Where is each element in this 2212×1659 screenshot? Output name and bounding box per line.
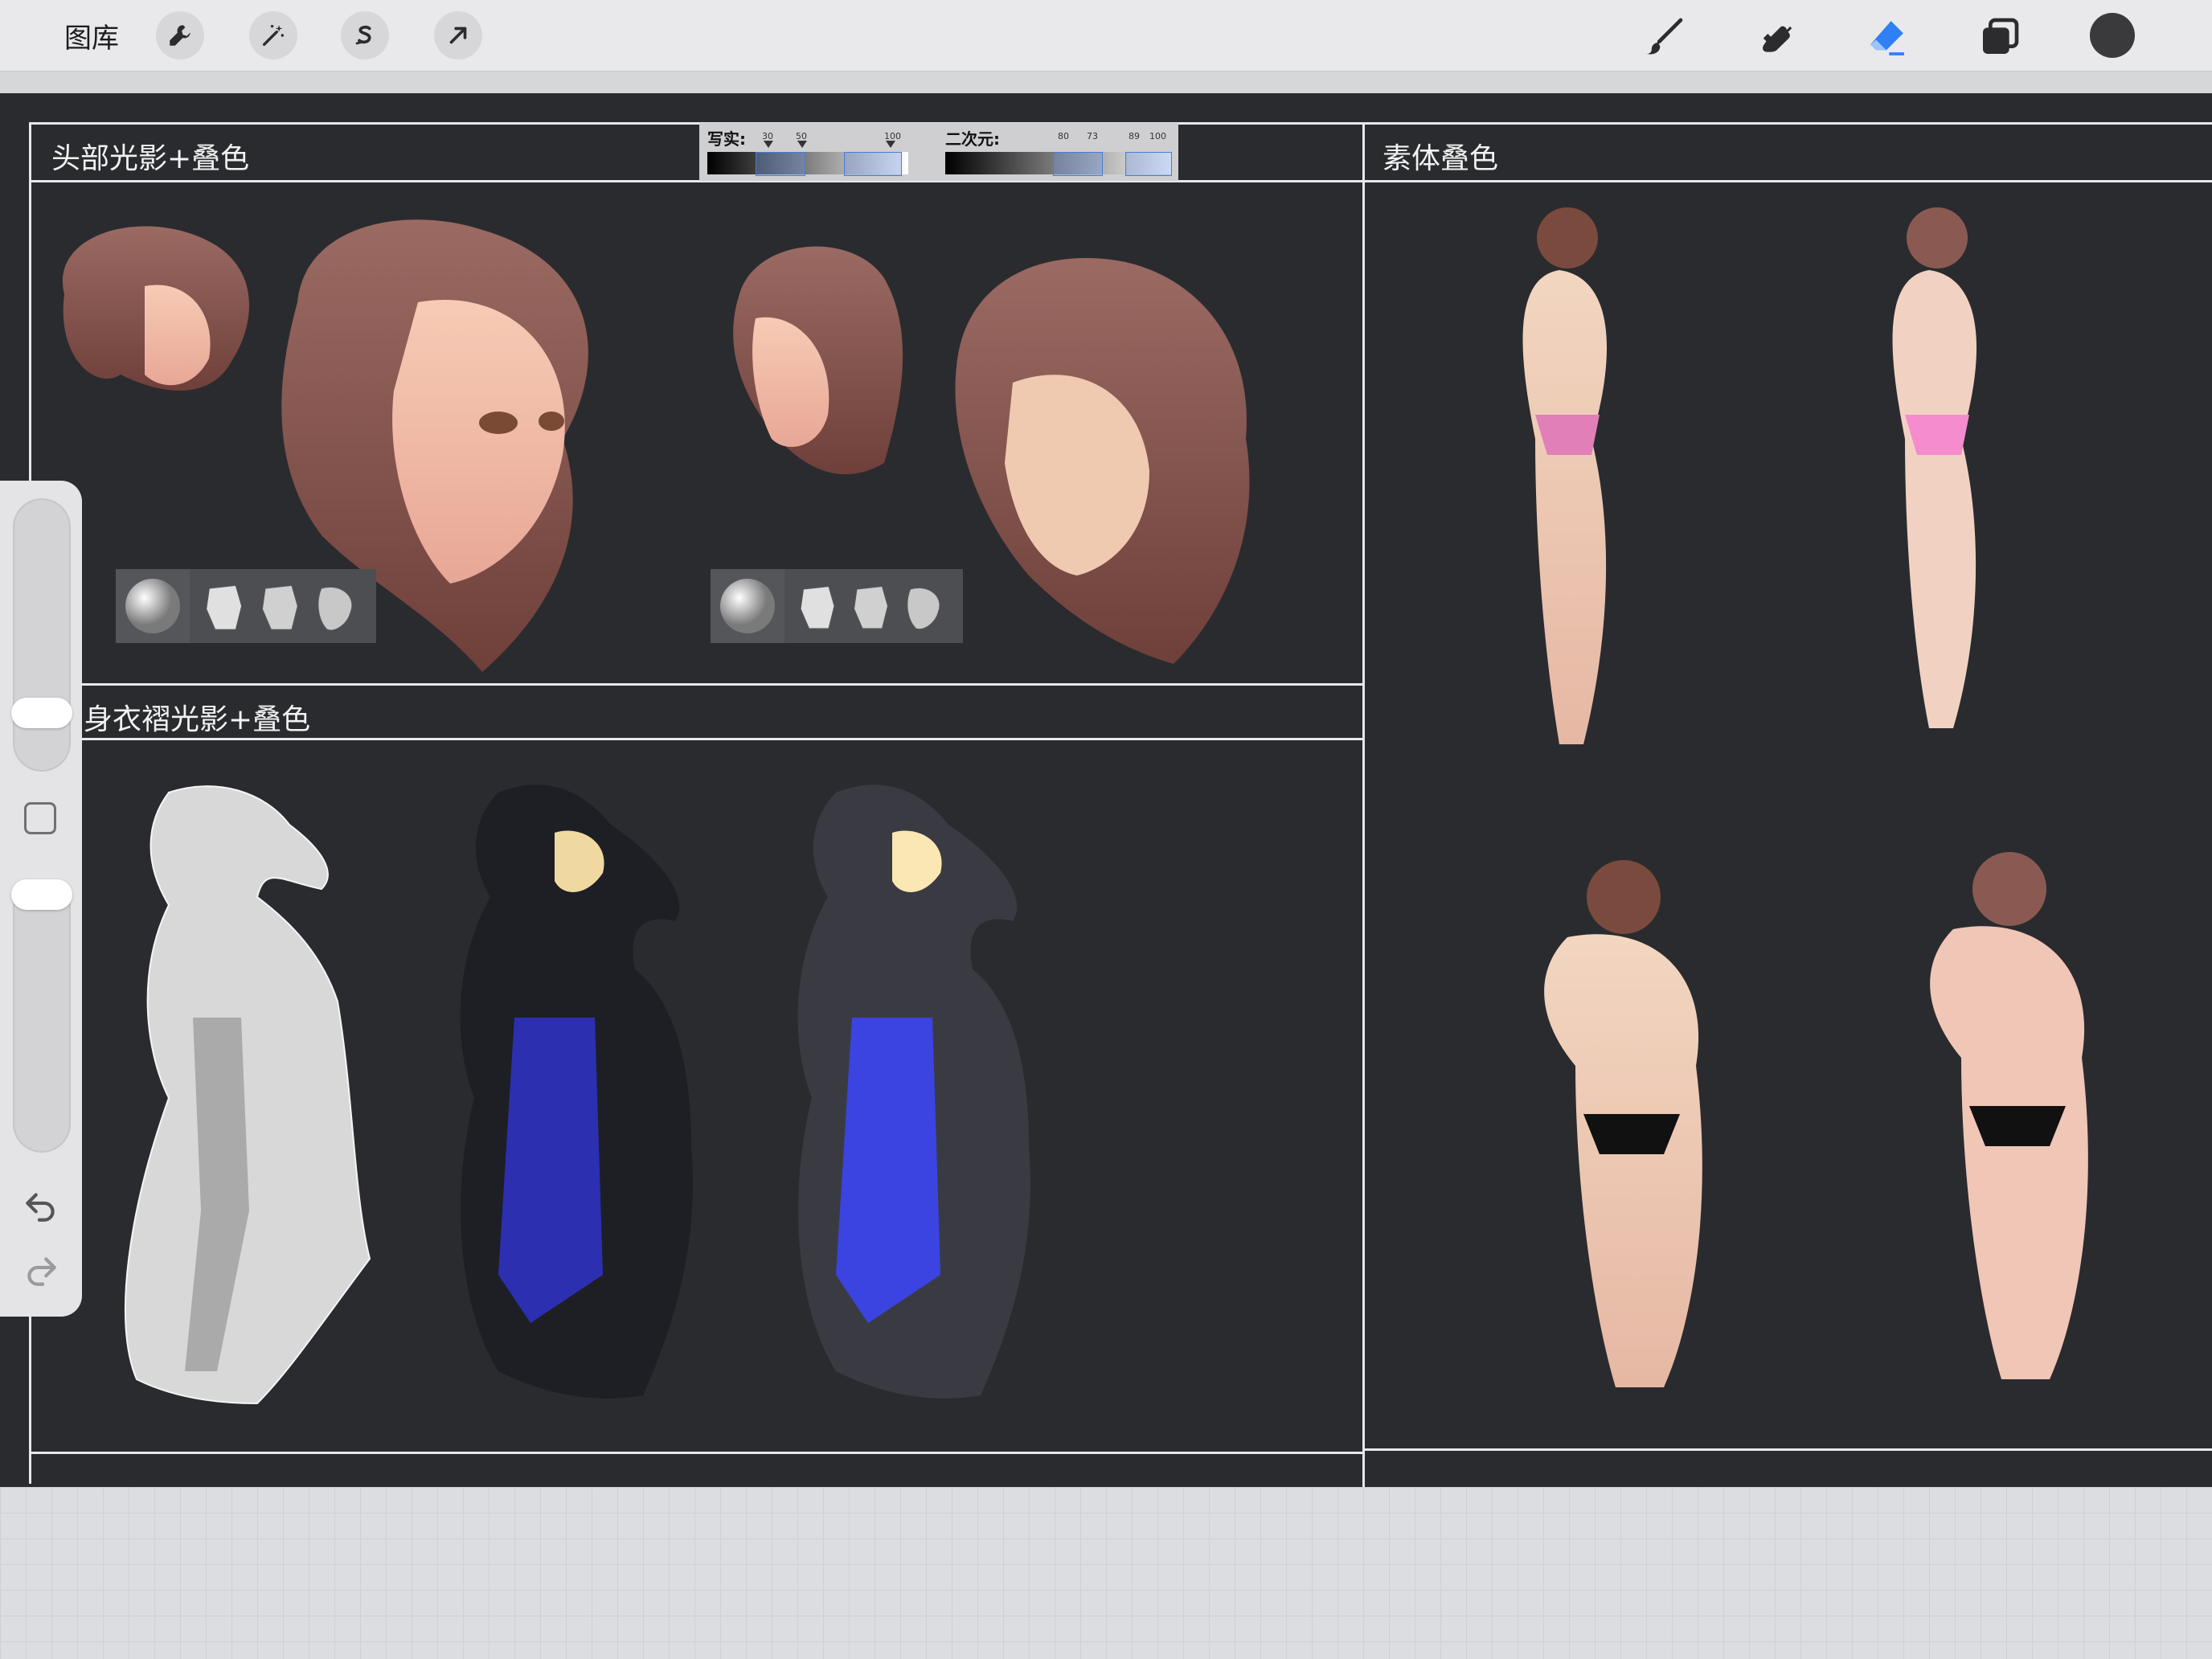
brush-size-slider[interactable] bbox=[13, 498, 71, 772]
brush-icon[interactable] bbox=[1638, 11, 1690, 63]
workspace-background bbox=[0, 1487, 2212, 1659]
scale-marker bbox=[886, 141, 895, 148]
head-planes-icon bbox=[784, 569, 963, 643]
value-scale-strip: 写实: 30 50 100 二次元: 80 73 89 100 bbox=[699, 123, 1178, 181]
scale-range bbox=[844, 152, 902, 176]
selection-s-icon[interactable] bbox=[341, 11, 389, 59]
scale-tick: 100 bbox=[1149, 131, 1166, 141]
opacity-slider[interactable] bbox=[13, 879, 71, 1153]
drawing-canvas[interactable]: 头部光影+叠色 身衣褶光影+叠色 素体叠色 写实: 30 50 100 二次元:… bbox=[0, 93, 2212, 1489]
gallery-button[interactable]: 图库 bbox=[64, 16, 119, 55]
arrow-cursor-icon[interactable] bbox=[434, 11, 482, 59]
sphere-icon bbox=[116, 569, 190, 643]
anime-label: 二次元: bbox=[945, 129, 1000, 149]
opacity-thumb[interactable] bbox=[11, 879, 72, 910]
scale-marker bbox=[764, 141, 773, 148]
undo-icon[interactable] bbox=[21, 1185, 61, 1225]
costume-studies-artwork bbox=[124, 784, 1030, 1405]
head-block-icon bbox=[190, 569, 376, 643]
frame-line bbox=[1362, 122, 1365, 1489]
scale-range bbox=[756, 152, 805, 176]
frame-line bbox=[29, 738, 1362, 740]
layers-icon[interactable] bbox=[1974, 11, 2026, 63]
magic-wand-icon[interactable] bbox=[249, 11, 297, 59]
figure-studies-artwork bbox=[1522, 207, 2088, 1387]
scale-range bbox=[1053, 152, 1103, 176]
scale-tick: 73 bbox=[1087, 131, 1098, 141]
left-sidebar bbox=[0, 481, 82, 1317]
canvas-margin bbox=[0, 72, 2212, 93]
nude-panel-title: 素体叠色 bbox=[1382, 142, 1499, 175]
wrench-icon[interactable] bbox=[156, 11, 204, 59]
redo-icon[interactable] bbox=[21, 1249, 61, 1289]
scale-tick: 80 bbox=[1058, 131, 1069, 141]
eraser-icon[interactable] bbox=[1862, 11, 1913, 63]
scale-range bbox=[1125, 152, 1172, 176]
smudge-icon[interactable] bbox=[1749, 11, 1800, 63]
head-studies-artwork bbox=[62, 219, 1250, 672]
frame-line bbox=[29, 1452, 1362, 1454]
head-panel-title: 头部光影+叠色 bbox=[51, 142, 250, 175]
realistic-label: 写实: bbox=[707, 129, 746, 149]
scale-tick: 89 bbox=[1129, 131, 1140, 141]
square-modify-icon[interactable] bbox=[24, 802, 56, 834]
sphere-icon bbox=[711, 569, 784, 643]
brush-size-thumb[interactable] bbox=[11, 698, 72, 728]
top-toolbar: 图库 bbox=[0, 0, 2212, 72]
scale-marker bbox=[797, 141, 807, 148]
color-picker-button[interactable] bbox=[2090, 13, 2135, 58]
